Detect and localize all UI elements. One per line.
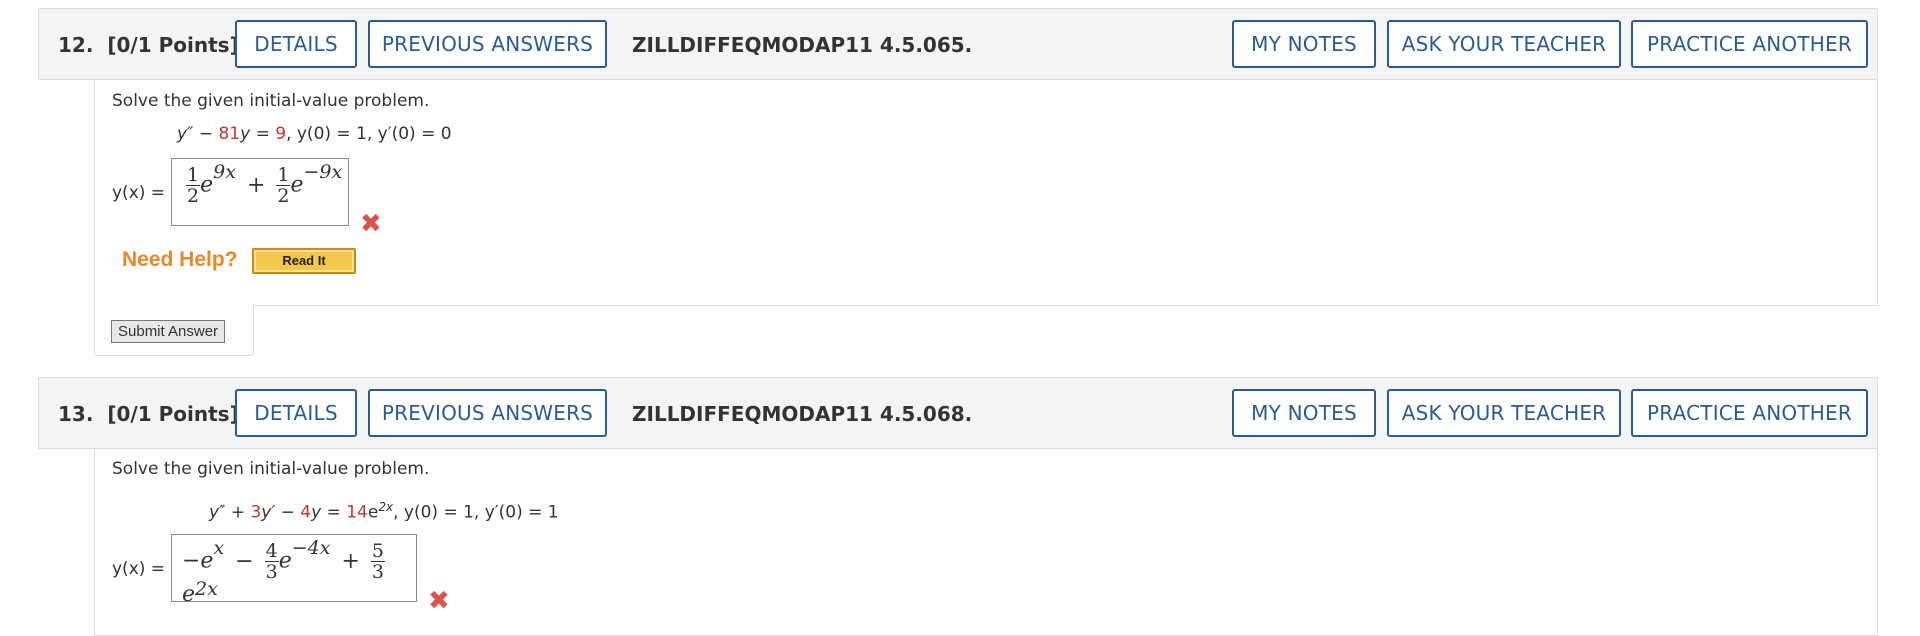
details-button[interactable]: DETAILS xyxy=(235,389,357,437)
question-prompt: Solve the given initial-value problem. xyxy=(112,91,430,111)
ask-your-teacher-button[interactable]: ASK YOUR TEACHER xyxy=(1387,389,1621,437)
differential-equation: y″ − 81y = 9, y(0) = 1, y′(0) = 0 xyxy=(177,124,452,144)
question-prompt: Solve the given initial-value problem. xyxy=(112,459,430,479)
question-number-points: 13. [0/1 Points] xyxy=(58,378,239,450)
question-code: ZILLDIFFEQMODAP11 4.5.068. xyxy=(632,402,973,426)
question-points: [0/1 Points] xyxy=(107,33,239,57)
fraction: 53 xyxy=(370,540,385,583)
question-12-header: 12. [0/1 Points] DETAILS PREVIOUS ANSWER… xyxy=(38,8,1878,80)
question-number: 12. xyxy=(58,33,94,57)
answer-label: y(x) = xyxy=(112,559,166,579)
ask-your-teacher-button[interactable]: ASK YOUR TEACHER xyxy=(1387,20,1621,68)
practice-another-button[interactable]: PRACTICE ANOTHER xyxy=(1631,20,1868,68)
differential-equation: y″ + 3y′ − 4y = 14e2x, y(0) = 1, y′(0) =… xyxy=(209,500,559,523)
fraction: 12 xyxy=(186,164,201,207)
question-number-points: 12. [0/1 Points] xyxy=(58,9,239,81)
question-code: ZILLDIFFEQMODAP11 4.5.065. xyxy=(632,33,973,57)
details-button[interactable]: DETAILS xyxy=(235,20,357,68)
fraction: 12 xyxy=(276,164,291,207)
practice-another-button[interactable]: PRACTICE ANOTHER xyxy=(1631,389,1868,437)
fraction: 43 xyxy=(264,540,279,583)
question-number: 13. xyxy=(58,402,94,426)
need-help-label: Need Help? xyxy=(122,248,238,271)
question-12-body xyxy=(94,80,1878,306)
my-notes-button[interactable]: MY NOTES xyxy=(1232,20,1376,68)
x-mark-icon: ✖ xyxy=(360,209,382,239)
question-13-header: 13. [0/1 Points] DETAILS PREVIOUS ANSWER… xyxy=(38,377,1878,449)
x-mark-icon: ✖ xyxy=(428,586,450,616)
question-points: [0/1 Points] xyxy=(107,402,239,426)
answer-input[interactable]: 1 2 e9x + 1 2 e−9x xyxy=(171,158,349,226)
answer-label: y(x) = xyxy=(112,183,166,203)
my-notes-button[interactable]: MY NOTES xyxy=(1232,389,1376,437)
previous-answers-button[interactable]: PREVIOUS ANSWERS xyxy=(368,20,607,68)
answer-input[interactable]: −ex − 4 3 e−4x + 5 3 e2x xyxy=(171,534,417,607)
previous-answers-button[interactable]: PREVIOUS ANSWERS xyxy=(368,389,607,437)
submit-answer-button[interactable]: Submit Answer xyxy=(111,320,226,343)
read-it-button[interactable]: Read It xyxy=(252,248,356,274)
